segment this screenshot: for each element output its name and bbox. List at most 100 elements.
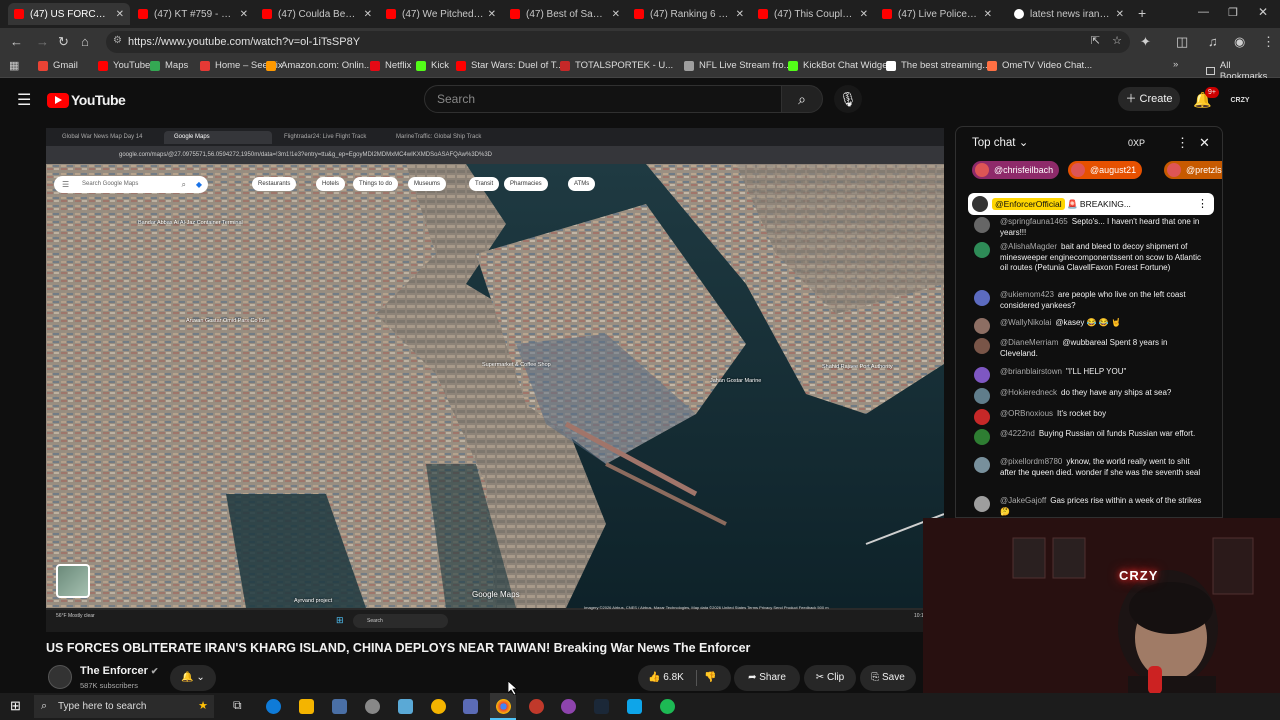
browser-tab[interactable]: (47) KT #759 - JOE LIS ✕ bbox=[132, 3, 254, 25]
chat-message[interactable]: @springfauna1465 Septo's... I haven't hea… bbox=[974, 217, 1204, 238]
bookmark-item[interactable]: Kick bbox=[416, 60, 449, 71]
site-info-icon[interactable]: ⚙ bbox=[113, 35, 122, 46]
file-explorer-icon[interactable] bbox=[299, 699, 314, 714]
bookmark-item[interactable]: TOTALSPORTEK - U... bbox=[560, 60, 673, 71]
chat-message[interactable]: @AlishaMagder bait and bleed to decoy shi… bbox=[974, 242, 1204, 274]
app-icon-4[interactable] bbox=[463, 699, 478, 714]
windows-start-icon[interactable]: ⊞ bbox=[10, 698, 21, 714]
install-app-icon[interactable]: ⇱ bbox=[1091, 34, 1100, 47]
forward-icon[interactable]: → bbox=[36, 34, 49, 49]
bookmark-item[interactable]: YouTube bbox=[98, 60, 150, 71]
chat-message[interactable]: @DianeMerriam @wubbareal Spent 8 years in… bbox=[974, 338, 1204, 359]
donor-chip[interactable]: @chrisfeilbach bbox=[972, 161, 1060, 179]
maps-chip[interactable]: ATMs bbox=[568, 177, 596, 191]
maps-chip[interactable]: Things to do bbox=[353, 177, 399, 191]
close-tab-icon[interactable]: ✕ bbox=[984, 9, 992, 20]
browser-tab[interactable]: (47) Coulda Been Love ✕ bbox=[256, 3, 378, 25]
new-tab-button[interactable]: + bbox=[1138, 5, 1146, 21]
taskbar-search-input[interactable]: ⌕ Type here to search ★ bbox=[34, 695, 214, 718]
chrome-icon[interactable] bbox=[496, 699, 511, 714]
clip-button[interactable]: ✂ Clip bbox=[804, 665, 856, 691]
close-tab-icon[interactable]: ✕ bbox=[488, 9, 496, 20]
youtube-logo[interactable]: YouTube bbox=[47, 92, 126, 108]
pinned-menu-icon[interactable]: ⋮ bbox=[1197, 193, 1208, 215]
browser-tab[interactable]: (47) Best of Sam Morr ✕ bbox=[504, 3, 626, 25]
chat-menu-icon[interactable]: ⋮ bbox=[1176, 127, 1189, 159]
directions-icon[interactable]: ◆ bbox=[196, 176, 202, 193]
map-label[interactable]: Bandar Abbas Ai Al-Jaz Container Termina… bbox=[138, 220, 243, 226]
notifications-button[interactable]: 🔔 9+ bbox=[1193, 87, 1219, 109]
browser-tab[interactable]: (47) We Pitched Illega ✕ bbox=[380, 3, 502, 25]
chat-message[interactable]: @brianblairstown "I'LL HELP YOU" bbox=[974, 367, 1204, 383]
map-label[interactable]: Ayrvand project bbox=[294, 598, 332, 604]
spotify-icon[interactable] bbox=[660, 699, 675, 714]
search-input[interactable]: Search bbox=[424, 85, 782, 113]
browser-tab[interactable]: (47) US FORCES OBLITE ✕ bbox=[8, 3, 130, 25]
save-button[interactable]: ⎘ Save bbox=[860, 665, 916, 691]
home-icon[interactable]: ⌂ bbox=[81, 34, 89, 49]
maps-search-input[interactable]: ☰ Search Google Maps ⌕ ◆ bbox=[54, 176, 208, 193]
voice-search-button[interactable]: 🎙 bbox=[834, 85, 862, 113]
restore-icon[interactable]: ❐ bbox=[1228, 6, 1238, 19]
chat-message[interactable]: @4222nd Buying Russian oil funds Russian … bbox=[974, 429, 1204, 445]
close-tab-icon[interactable]: ✕ bbox=[116, 9, 124, 20]
maps-chip[interactable]: Transit bbox=[469, 177, 500, 191]
profile-icon[interactable]: ◉ bbox=[1234, 34, 1245, 50]
close-tab-icon[interactable]: ✕ bbox=[1116, 9, 1124, 20]
channel-avatar[interactable] bbox=[48, 665, 72, 689]
close-tab-icon[interactable]: ✕ bbox=[364, 9, 372, 20]
bookmark-item[interactable]: Maps bbox=[150, 60, 188, 71]
browser-tab[interactable]: latest news iran war ✕ bbox=[1008, 3, 1130, 25]
app-icon-1[interactable] bbox=[365, 699, 380, 714]
bookmark-item[interactable]: Netflix bbox=[370, 60, 411, 71]
menu-icon[interactable]: ⋮ bbox=[1262, 34, 1275, 50]
chat-message[interactable]: @WallyNikolai @kasey 😂 😂 🤘 bbox=[974, 318, 1204, 334]
apps-grid-icon[interactable]: ▦ bbox=[9, 59, 19, 72]
donor-chip[interactable]: @pretzlsc bbox=[1164, 161, 1222, 179]
close-tab-icon[interactable]: ✕ bbox=[860, 9, 868, 20]
maps-chip[interactable]: Museums bbox=[408, 177, 447, 191]
close-tab-icon[interactable]: ✕ bbox=[736, 9, 744, 20]
edge-icon[interactable] bbox=[266, 699, 281, 714]
subscribe-bell-button[interactable]: 🔔 ⌄ bbox=[170, 665, 216, 691]
bookmark-item[interactable]: NFL Live Stream fro... bbox=[684, 60, 792, 71]
close-tab-icon[interactable]: ✕ bbox=[612, 9, 620, 20]
thumbs-down-icon[interactable]: 👎 bbox=[704, 665, 716, 691]
app-icon-3[interactable] bbox=[431, 699, 446, 714]
map-label[interactable]: Aruvan Gostar Omid Pars Co ltd bbox=[186, 318, 265, 324]
browser-tab[interactable]: (47) This Couple Hate ✕ bbox=[752, 3, 874, 25]
browser-tab[interactable]: (47) Ranking 6 Toxic C ✕ bbox=[628, 3, 750, 25]
bookmark-item[interactable]: Gmail bbox=[38, 60, 78, 71]
map-label[interactable]: Jahan Gostar Marine bbox=[710, 378, 761, 384]
bookmark-item[interactable]: Star Wars: Duel of T... bbox=[456, 60, 563, 71]
maps-chip[interactable]: Hotels bbox=[316, 177, 346, 191]
chat-message[interactable]: @ORBnoxious It's rocket boy bbox=[974, 409, 1204, 425]
maps-chip[interactable]: Pharmacies bbox=[504, 177, 548, 191]
maps-menu-icon[interactable]: ☰ bbox=[62, 176, 69, 193]
app-icon-6[interactable] bbox=[627, 699, 642, 714]
bookmark-item[interactable]: Amazon.com: Onlin... bbox=[266, 60, 372, 71]
chat-message[interactable]: @ukiemom423 are people who live on the le… bbox=[974, 290, 1204, 311]
task-view-icon[interactable]: ⧉ bbox=[233, 698, 242, 713]
bookmark-item[interactable]: KickBot Chat Widget bbox=[788, 60, 890, 71]
chat-message[interactable]: @JakeGajoff Gas prices rise within a week… bbox=[974, 496, 1204, 517]
media-icon[interactable]: ♫ bbox=[1208, 34, 1218, 49]
reload-icon[interactable]: ↻ bbox=[58, 34, 69, 50]
pinned-message[interactable]: @EnforcerOfficial 🚨 BREAKING... ⋮ bbox=[968, 193, 1214, 215]
close-chat-icon[interactable]: ✕ bbox=[1199, 127, 1210, 159]
browser-tab[interactable]: (47) Live Police Chase ✕ bbox=[876, 3, 998, 25]
bookmark-item[interactable]: The best streaming... bbox=[886, 60, 990, 71]
extensions-icon[interactable]: ✦ bbox=[1140, 34, 1151, 50]
map-label[interactable]: Shahid Rajaee Port Authority bbox=[822, 364, 893, 370]
app-icon-2[interactable] bbox=[398, 699, 413, 714]
bookmark-star-icon[interactable]: ☆ bbox=[1112, 34, 1122, 47]
account-avatar[interactable]: CRZY bbox=[1228, 90, 1252, 112]
maps-search-icon[interactable]: ⌕ bbox=[182, 176, 186, 193]
bookmark-item[interactable]: OmeTV Video Chat... bbox=[987, 60, 1092, 71]
like-button[interactable]: 👍 6.8K 👎 bbox=[638, 665, 731, 691]
steam-icon[interactable] bbox=[594, 699, 609, 714]
recorder-icon[interactable] bbox=[529, 699, 544, 714]
search-button[interactable]: ⌕ bbox=[781, 85, 823, 113]
close-tab-icon[interactable]: ✕ bbox=[240, 9, 248, 20]
hamburger-menu-icon[interactable]: ☰ bbox=[17, 90, 31, 110]
